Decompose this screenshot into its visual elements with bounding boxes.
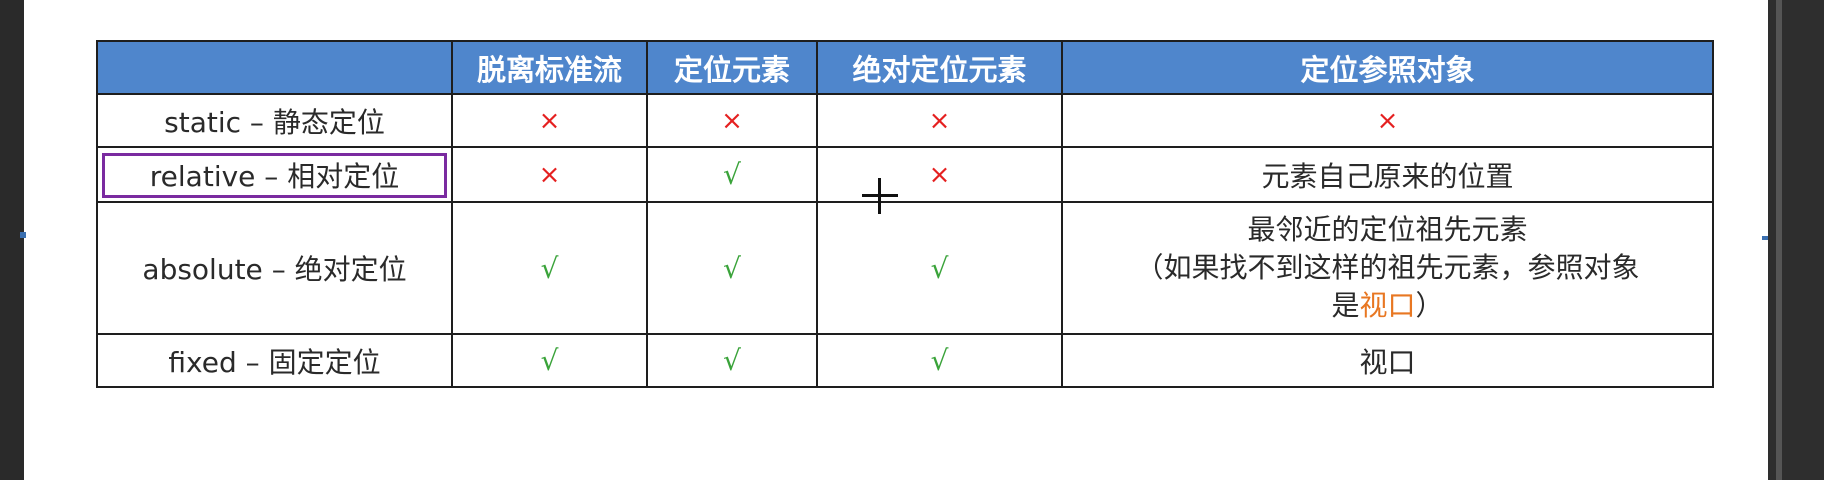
table-row: fixed – 固定定位 √ √ √ 视口 <box>96 333 1714 388</box>
cross-mark: × <box>816 146 1063 203</box>
scrollbar[interactable] <box>1776 0 1782 480</box>
reference-text: ） <box>1415 289 1444 322</box>
table-row: static – 静态定位 × × × × <box>96 93 1714 148</box>
header-out-of-flow: 脱离标准流 <box>451 40 648 95</box>
cross-mark: × <box>646 93 818 148</box>
side-panel <box>1768 0 1824 480</box>
check-mark: √ <box>646 146 818 203</box>
viewport-highlight: 视口 <box>1359 289 1416 322</box>
check-mark: √ <box>646 333 818 388</box>
row-name: fixed – 固定定位 <box>96 333 453 388</box>
check-mark: √ <box>646 201 818 335</box>
edge-marker <box>20 232 26 238</box>
check-mark: √ <box>451 333 648 388</box>
selection-highlight-box <box>102 153 447 198</box>
reference-line: 是视口） <box>1063 287 1712 325</box>
table-row: absolute – 绝对定位 √ √ √ 最邻近的定位祖先元素 （如果找不到这… <box>96 201 1714 335</box>
header-row: 脱离标准流 定位元素 绝对定位元素 定位参照对象 <box>96 40 1714 95</box>
cross-mark: × <box>1061 93 1714 148</box>
reference-cell: 元素自己原来的位置 <box>1061 146 1714 203</box>
cross-mark: × <box>451 93 648 148</box>
positioning-table: 脱离标准流 定位元素 绝对定位元素 定位参照对象 static – 静态定位 ×… <box>96 40 1714 388</box>
reference-text: 是 <box>1331 289 1360 322</box>
check-mark: √ <box>816 201 1063 335</box>
reference-cell: 视口 <box>1061 333 1714 388</box>
row-name-cell: relative – 相对定位 <box>96 146 453 203</box>
check-mark: √ <box>816 333 1063 388</box>
reference-cell: 最邻近的定位祖先元素 （如果找不到这样的祖先元素，参照对象 是视口） <box>1061 201 1714 335</box>
crosshair-plus-icon <box>860 176 900 216</box>
table-row: relative – 相对定位 × √ × 元素自己原来的位置 <box>96 146 1714 203</box>
header-absolutely-positioned: 绝对定位元素 <box>816 40 1063 95</box>
header-reference: 定位参照对象 <box>1061 40 1714 95</box>
row-name: static – 静态定位 <box>96 93 453 148</box>
header-positioned: 定位元素 <box>646 40 818 95</box>
row-name: absolute – 绝对定位 <box>96 201 453 335</box>
reference-line: 最邻近的定位祖先元素 <box>1247 213 1528 246</box>
reference-line: （如果找不到这样的祖先元素，参照对象 <box>1135 251 1640 284</box>
check-mark: √ <box>451 201 648 335</box>
header-corner <box>96 40 453 95</box>
cross-mark: × <box>451 146 648 203</box>
cross-mark: × <box>816 93 1063 148</box>
